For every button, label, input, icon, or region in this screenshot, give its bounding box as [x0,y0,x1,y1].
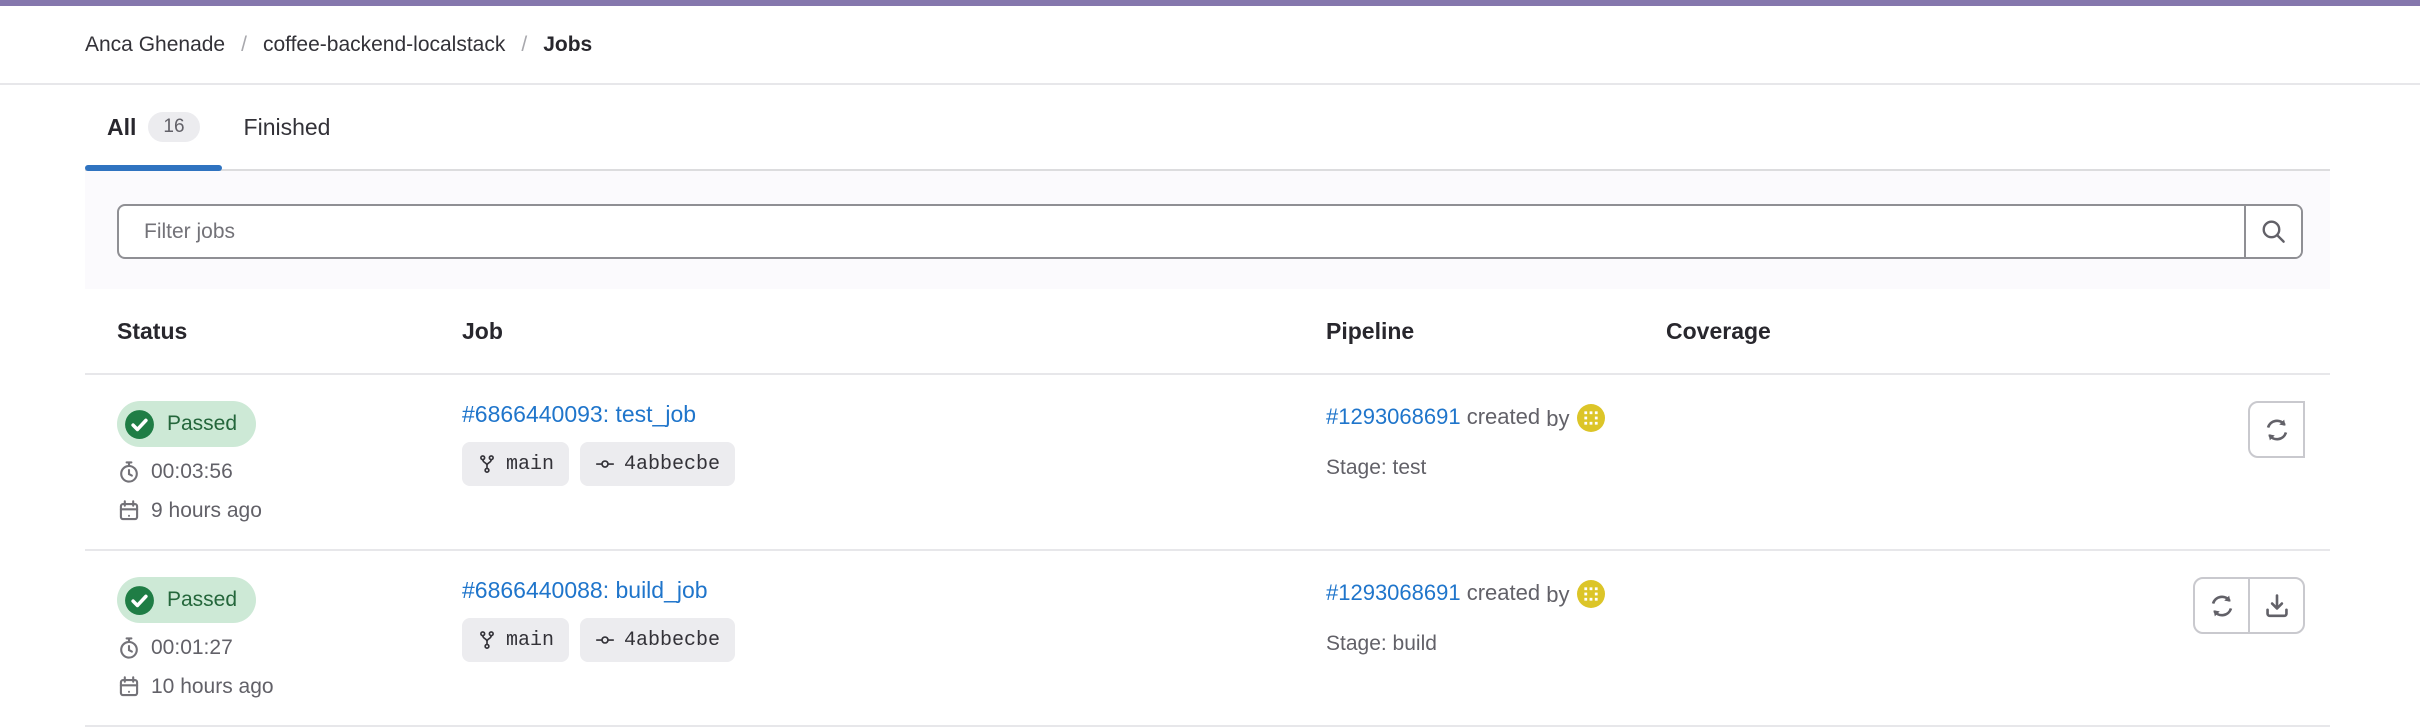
commit-sha: 4abbecbe [624,453,720,476]
tab-finished-label: Finished [244,114,331,141]
table-header-row: Status Job Pipeline Coverage [85,289,2330,375]
retry-job-button[interactable] [2248,401,2305,458]
branch-ref-pill[interactable]: main [462,618,569,662]
coverage-cell [1634,577,1974,701]
commit-ref-pill[interactable]: 4abbecbe [580,618,735,662]
breadcrumb-current-page: Jobs [543,33,592,57]
stopwatch-icon [117,460,141,484]
job-finished-time: 9 hours ago [117,496,430,525]
download-artifacts-button[interactable] [2248,577,2305,634]
header-pipeline: Pipeline [1294,318,1634,345]
tab-finished[interactable]: Finished [222,85,353,169]
jobs-table: Status Job Pipeline Coverage Passed 00:0… [85,289,2330,727]
actions-cell [1974,577,2330,701]
pipeline-created-label: created [1467,404,1540,429]
branch-icon [477,454,497,474]
pipeline-created-label: created [1467,580,1540,605]
pipeline-by-label: by [1546,403,1569,434]
status-passed-icon [123,584,156,617]
tab-all-label: All [107,114,136,141]
table-row: Passed 00:03:56 9 hours ago #6866440093:… [85,375,2330,551]
header-job: Job [430,318,1294,345]
filter-jobs-input[interactable] [119,206,2244,257]
retry-job-button[interactable] [2193,577,2250,634]
search-button[interactable] [2244,206,2301,257]
commit-icon [595,454,615,474]
search-icon [2260,218,2287,245]
stopwatch-icon [117,636,141,660]
job-duration-value: 00:03:56 [151,457,233,486]
coverage-cell [1634,401,1974,525]
branch-ref-pill[interactable]: main [462,442,569,486]
status-badge-label: Passed [167,412,237,436]
job-finished-time-value: 10 hours ago [151,672,274,701]
header-status: Status [85,318,430,345]
job-duration: 00:01:27 [117,633,430,662]
download-icon [2263,592,2291,620]
job-duration-value: 00:01:27 [151,633,233,662]
pipeline-link[interactable]: #1293068691 [1326,404,1461,429]
job-cell: #6866440088: build_job main 4abbecbe [430,577,1294,701]
pipeline-by-label: by [1546,579,1569,610]
breadcrumb-user-link[interactable]: Anca Ghenade [85,33,225,57]
filter-section [85,171,2330,289]
tab-all-count-badge: 16 [148,112,199,142]
status-badge[interactable]: Passed [117,401,256,447]
breadcrumb-separator: / [225,33,263,57]
pipeline-stage: Stage: test [1326,456,1634,480]
pipeline-cell: #1293068691 created by Stage: test [1294,401,1634,525]
job-link[interactable]: #6866440093: test_job [462,401,696,427]
commit-icon [595,630,615,650]
tab-all[interactable]: All 16 [85,85,222,169]
breadcrumb-separator: / [505,33,543,57]
jobs-tabs: All 16 Finished [85,85,2330,171]
branch-icon [477,630,497,650]
job-cell: #6866440093: test_job main 4abbecbe [430,401,1294,525]
job-finished-time: 10 hours ago [117,672,430,701]
avatar[interactable] [1577,404,1605,432]
status-cell: Passed 00:01:27 10 hours ago [85,577,430,701]
pipeline-cell: #1293068691 created by Stage: build [1294,577,1634,701]
status-cell: Passed 00:03:56 9 hours ago [85,401,430,525]
branch-name: main [506,629,554,652]
pipeline-info: #1293068691 created by [1326,577,1614,610]
job-link[interactable]: #6866440088: build_job [462,577,708,603]
job-refs: main 4abbecbe [462,442,1294,486]
job-finished-time-value: 9 hours ago [151,496,262,525]
branch-name: main [506,453,554,476]
status-badge-label: Passed [167,588,237,612]
job-refs: main 4abbecbe [462,618,1294,662]
actions-cell [1974,401,2330,525]
header-coverage: Coverage [1634,318,1974,345]
pipeline-info: #1293068691 created by [1326,401,1614,434]
status-passed-icon [123,408,156,441]
commit-ref-pill[interactable]: 4abbecbe [580,442,735,486]
status-badge[interactable]: Passed [117,577,256,623]
pipeline-stage: Stage: build [1326,632,1634,656]
breadcrumb: Anca Ghenade / coffee-backend-localstack… [0,6,2420,85]
calendar-icon [117,499,141,523]
job-duration: 00:03:56 [117,457,430,486]
filter-input-group [117,204,2303,259]
commit-sha: 4abbecbe [624,629,720,652]
avatar[interactable] [1577,580,1605,608]
calendar-icon [117,675,141,699]
retry-icon [2208,592,2236,620]
breadcrumb-project-link[interactable]: coffee-backend-localstack [263,33,505,57]
table-row: Passed 00:01:27 10 hours ago #6866440088… [85,551,2330,727]
retry-icon [2263,416,2291,444]
pipeline-link[interactable]: #1293068691 [1326,580,1461,605]
